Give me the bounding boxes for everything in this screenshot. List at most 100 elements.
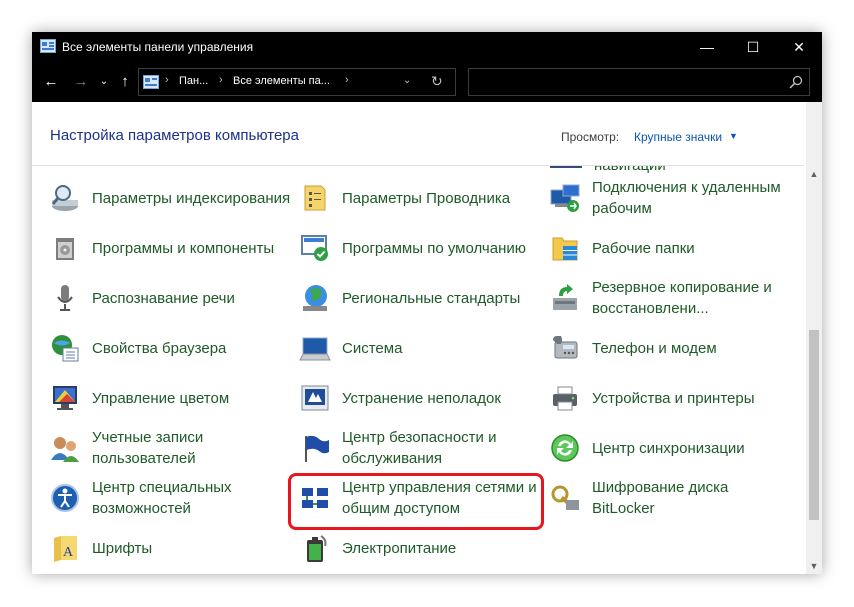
item-fonts[interactable]: A Шрифты xyxy=(48,525,293,571)
item-user-accounts[interactable]: Учетные записи пользователей xyxy=(48,425,293,471)
backup-icon xyxy=(548,281,582,315)
explorer-options-icon xyxy=(298,181,332,215)
up-button[interactable]: ↑ xyxy=(114,72,136,92)
phone-modem-icon xyxy=(548,331,582,365)
page-title: Настройка параметров компьютера xyxy=(50,127,299,144)
troubleshooting-icon xyxy=(298,381,332,415)
work-folders-icon xyxy=(548,231,582,265)
fonts-icon: A xyxy=(48,531,82,565)
address-bar[interactable]: › Пан... › Все элементы па... › ⌄ ↻ xyxy=(138,68,456,96)
scroll-thumb[interactable] xyxy=(809,330,819,520)
item-power-options[interactable]: Электропитание xyxy=(298,525,543,571)
item-label: Система xyxy=(342,339,403,357)
svg-text:A: A xyxy=(63,545,74,560)
color-management-icon xyxy=(48,381,82,415)
item-label: Параметры индексирования xyxy=(92,189,291,207)
region-icon xyxy=(298,281,332,315)
minimize-button[interactable]: — xyxy=(684,32,730,62)
item-file-explorer-options[interactable]: Параметры Проводника xyxy=(298,175,543,221)
security-flag-icon xyxy=(298,431,332,465)
item-indexing-options[interactable]: Параметры индексирования xyxy=(48,175,293,221)
back-button[interactable]: ← xyxy=(40,72,62,92)
indexing-icon xyxy=(48,181,82,215)
item-label: Центр синхронизации xyxy=(592,439,745,457)
breadcrumb-separator: › xyxy=(219,74,223,86)
item-label: Распознавание речи xyxy=(92,289,235,307)
item-bitlocker[interactable]: Шифрование диска BitLocker xyxy=(548,475,793,521)
control-panel-icon xyxy=(143,75,159,89)
item-remote-desktop[interactable]: Подключения к удаленным рабочим xyxy=(548,175,793,221)
printer-icon xyxy=(548,381,582,415)
breadcrumb-separator: › xyxy=(165,74,169,86)
item-label: Шифрование диска BitLocker xyxy=(592,479,729,517)
control-panel-icon xyxy=(40,39,56,53)
forward-button[interactable]: → xyxy=(70,72,92,92)
refresh-button[interactable]: ↻ xyxy=(431,73,443,90)
remote-desktop-icon xyxy=(548,181,582,215)
item-region[interactable]: Региональные стандарты xyxy=(298,275,543,321)
item-label: Шрифты xyxy=(92,539,153,557)
address-dropdown-button[interactable]: ⌄ xyxy=(403,75,411,86)
item-label: Электропитание xyxy=(342,539,457,557)
item-label: Рабочие папки xyxy=(592,239,695,257)
programs-icon xyxy=(48,231,82,265)
view-mode-dropdown[interactable]: Крупные значки xyxy=(634,130,722,144)
search-icon[interactable] xyxy=(789,75,803,89)
item-label: Подключения к удаленным рабочим xyxy=(592,179,781,217)
item-label: Региональные стандарты xyxy=(342,289,521,307)
close-button[interactable]: ✕ xyxy=(776,32,822,62)
search-input[interactable] xyxy=(475,73,775,91)
default-programs-icon xyxy=(298,231,332,265)
breadcrumb-separator: › xyxy=(345,74,349,86)
dropdown-caret-icon[interactable]: ▼ xyxy=(729,131,738,141)
item-label: Учетные записи пользователей xyxy=(92,429,204,467)
item-label: Свойства браузера xyxy=(92,339,227,357)
internet-options-icon xyxy=(48,331,82,365)
user-accounts-icon xyxy=(48,431,82,465)
vertical-scrollbar[interactable]: ▲ ▼ xyxy=(806,102,822,574)
item-label: Программы и компоненты xyxy=(92,239,275,257)
item-color-management[interactable]: Управление цветом xyxy=(48,375,293,421)
item-system[interactable]: Система xyxy=(298,325,543,371)
item-label: Устранение неполадок xyxy=(342,389,501,407)
scroll-up-arrow-icon[interactable]: ▲ xyxy=(806,166,822,182)
item-default-programs[interactable]: Программы по умолчанию xyxy=(298,225,543,271)
search-box[interactable] xyxy=(468,68,810,96)
item-label: Управление цветом xyxy=(92,389,230,407)
view-label: Просмотр: xyxy=(561,130,620,144)
title-bar[interactable]: Все элементы панели управления — ☐ ✕ xyxy=(32,32,822,62)
item-speech-recognition[interactable]: Распознавание речи xyxy=(48,275,293,321)
recent-locations-button[interactable]: ⌄ xyxy=(96,72,112,92)
item-phone-modem[interactable]: Телефон и модем xyxy=(548,325,793,371)
navigation-properties-icon[interactable] xyxy=(550,166,582,168)
item-programs-features[interactable]: Программы и компоненты xyxy=(48,225,293,271)
microphone-icon xyxy=(48,281,82,315)
sync-center-icon xyxy=(548,431,582,465)
item-label: Центр безопасности и обслуживания xyxy=(342,429,497,467)
breadcrumb-item[interactable]: Пан... xyxy=(179,75,208,87)
scroll-down-arrow-icon[interactable]: ▼ xyxy=(806,558,822,574)
item-security-maintenance[interactable]: Центр безопасности и обслуживания xyxy=(298,425,543,471)
item-label: Резервное копирование и восстановлени... xyxy=(592,279,772,317)
bitlocker-icon xyxy=(548,481,582,515)
highlight-frame xyxy=(288,473,544,530)
item-internet-options[interactable]: Свойства браузера xyxy=(48,325,293,371)
system-icon xyxy=(298,331,332,365)
item-label: Центр специальных возможностей xyxy=(92,479,232,517)
item-label: Устройства и принтеры xyxy=(592,389,755,407)
accessibility-icon xyxy=(48,481,82,515)
navigation-bar: ← → ⌄ ↑ › Пан... › Все элементы па... › … xyxy=(32,62,822,102)
maximize-button[interactable]: ☐ xyxy=(730,32,776,62)
item-sync-center[interactable]: Центр синхронизации xyxy=(548,425,793,471)
item-devices-printers[interactable]: Устройства и принтеры xyxy=(548,375,793,421)
power-options-icon xyxy=(298,531,332,565)
window-title: Все элементы панели управления xyxy=(62,40,254,54)
item-label: Телефон и модем xyxy=(592,339,717,357)
item-ease-of-access[interactable]: Центр специальных возможностей xyxy=(48,475,293,521)
cut-off-item-label[interactable]: навигации xyxy=(594,166,666,174)
item-troubleshooting[interactable]: Устранение неполадок xyxy=(298,375,543,421)
breadcrumb-item[interactable]: Все элементы па... xyxy=(233,75,330,87)
item-backup-restore[interactable]: Резервное копирование и восстановлени... xyxy=(548,275,793,321)
item-work-folders[interactable]: Рабочие папки xyxy=(548,225,793,271)
item-label: Параметры Проводника xyxy=(342,189,511,207)
